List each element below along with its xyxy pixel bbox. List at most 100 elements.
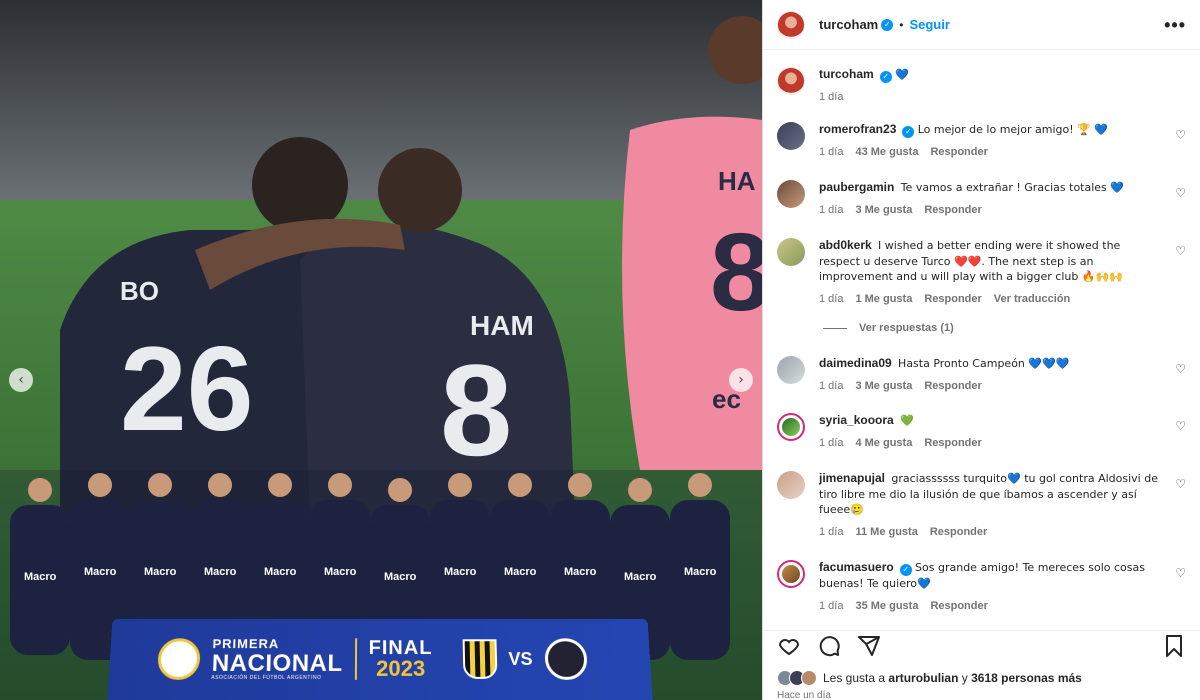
comment-time[interactable]: 1 día bbox=[819, 379, 843, 395]
comment-text: Lo mejor de lo mejor amigo! 🏆 💙 bbox=[917, 123, 1109, 136]
shirt-sponsor: Macro bbox=[624, 571, 657, 583]
avatar[interactable] bbox=[777, 10, 805, 39]
likes-prefix: Les gusta a bbox=[823, 671, 886, 685]
list-item: jimenapujal graciassssss turquito💙 tu go… bbox=[777, 471, 1186, 540]
comment-username[interactable]: jimenapujal bbox=[819, 471, 885, 485]
comment-username[interactable]: abd0kerk bbox=[819, 238, 872, 252]
like-comment-heart-icon[interactable]: ♡ bbox=[1175, 477, 1186, 491]
posted-time[interactable]: Hace un día bbox=[777, 690, 831, 700]
comment-likes[interactable]: 11 Me gusta bbox=[855, 525, 917, 541]
post-header: turcoham ✓ • Seguir ••• bbox=[763, 0, 1200, 50]
caption-time[interactable]: 1 día bbox=[819, 90, 843, 106]
next-slide-button[interactable]: › bbox=[729, 368, 753, 392]
comment-time[interactable]: 1 día bbox=[819, 599, 843, 615]
comment-time[interactable]: 1 día bbox=[819, 525, 843, 541]
avatar[interactable] bbox=[777, 560, 805, 588]
reply-button[interactable]: Responder bbox=[930, 145, 987, 161]
final-banner: PRIMERA NACIONAL ASOCIACIÓN DEL FÚTBOL A… bbox=[107, 618, 653, 700]
comment-time[interactable]: 1 día bbox=[819, 203, 843, 219]
shirt-sponsor: Macro bbox=[24, 571, 57, 583]
like-comment-heart-icon[interactable]: ♡ bbox=[1175, 244, 1186, 258]
avatar[interactable] bbox=[777, 180, 805, 208]
banner-line2: NACIONAL bbox=[211, 649, 343, 677]
separator-dot: • bbox=[899, 17, 904, 32]
bookmark-icon[interactable] bbox=[1162, 634, 1186, 658]
view-replies-label: Ver respuestas (1) bbox=[859, 322, 954, 334]
jersey-name-right: HAM bbox=[470, 310, 534, 341]
more-options-icon[interactable]: ••• bbox=[1164, 16, 1186, 34]
like-comment-heart-icon[interactable]: ♡ bbox=[1175, 566, 1186, 580]
shirt-sponsor: Macro bbox=[84, 566, 117, 578]
verified-badge-icon: ✓ bbox=[899, 564, 912, 576]
shirt-sponsor: Macro bbox=[324, 566, 357, 578]
reply-button[interactable]: Responder bbox=[930, 525, 987, 541]
comment-username[interactable]: daimedina09 bbox=[819, 356, 892, 370]
like-comment-heart-icon[interactable]: ♡ bbox=[1175, 128, 1186, 142]
post-actions bbox=[763, 630, 1200, 660]
comment-likes[interactable]: 43 Me gusta bbox=[855, 145, 918, 161]
comment-likes[interactable]: 1 Me gusta bbox=[855, 292, 912, 308]
like-comment-heart-icon[interactable]: ♡ bbox=[1175, 186, 1186, 200]
heart-icon[interactable] bbox=[777, 634, 801, 658]
avatar[interactable] bbox=[777, 471, 805, 499]
banner-year: 2023 bbox=[376, 656, 426, 681]
comment-username[interactable]: facumasuero bbox=[819, 560, 894, 574]
shirt-sponsor: Macro bbox=[504, 566, 537, 578]
chevron-right-icon: › bbox=[738, 372, 744, 388]
previous-slide-button[interactable]: ‹ bbox=[9, 368, 33, 392]
shirt-sponsor: Macro bbox=[684, 566, 717, 578]
follow-button[interactable]: Seguir bbox=[909, 17, 949, 32]
comment-likes[interactable]: 3 Me gusta bbox=[855, 203, 912, 219]
post-image: 26 8 HAM BO HA 8 ec Macro Macro Macro Ma… bbox=[0, 0, 762, 700]
post-author[interactable]: turcoham bbox=[819, 17, 878, 32]
reply-button[interactable]: Responder bbox=[924, 436, 981, 452]
comments-list[interactable]: turcoham ✓ 💙 1 día romerofran23 ✓ Lo mejor… bbox=[763, 50, 1200, 622]
afa-seal-icon bbox=[156, 638, 201, 680]
list-item: facumasuero ✓ Sos grande amigo! Te merece… bbox=[777, 560, 1186, 614]
view-replies-button[interactable]: Ver respuestas (1) bbox=[823, 322, 954, 334]
see-translation-link[interactable]: Ver traducción bbox=[994, 292, 1070, 308]
caption-text: 💙 bbox=[895, 68, 909, 81]
list-item: paubergamin Te vamos a extrañar ! Gracia… bbox=[777, 180, 1186, 218]
jersey-number-left: 26 bbox=[120, 322, 253, 456]
reply-button[interactable]: Responder bbox=[930, 599, 987, 615]
like-comment-heart-icon[interactable]: ♡ bbox=[1175, 419, 1186, 433]
caption: turcoham ✓ 💙 1 día bbox=[777, 67, 1186, 106]
comment-likes[interactable]: 35 Me gusta bbox=[855, 599, 918, 615]
avatar[interactable] bbox=[777, 67, 805, 95]
shirt-sponsor: Macro bbox=[564, 566, 597, 578]
avatar[interactable] bbox=[777, 238, 805, 266]
comment-time[interactable]: 1 día bbox=[819, 292, 843, 308]
list-item: romerofran23 ✓ Lo mejor de lo mejor amigo… bbox=[777, 122, 1186, 161]
comment-username[interactable]: paubergamin bbox=[819, 180, 894, 194]
comment-text: 💚 bbox=[900, 414, 914, 427]
verified-badge-icon: ✓ bbox=[902, 126, 915, 138]
avatar[interactable] bbox=[777, 413, 805, 441]
like-comment-heart-icon[interactable]: ♡ bbox=[1175, 362, 1186, 376]
comment-icon[interactable] bbox=[817, 634, 841, 658]
likes-user[interactable]: arturobulian bbox=[888, 671, 958, 685]
likes-summary[interactable]: Les gusta a arturobulian y 3618 personas… bbox=[777, 670, 1082, 686]
avatar[interactable] bbox=[777, 122, 805, 150]
shirt-sponsor: Macro bbox=[384, 571, 417, 583]
reply-button[interactable]: Responder bbox=[924, 203, 981, 219]
banner-divider bbox=[354, 638, 357, 680]
comment-likes[interactable]: 4 Me gusta bbox=[855, 436, 912, 452]
comment-username[interactable]: syria_kooora bbox=[819, 413, 894, 427]
comment-username[interactable]: romerofran23 bbox=[819, 122, 896, 136]
comment-text: Te vamos a extrañar ! Gracias totales 💙 bbox=[900, 181, 1124, 194]
comment-time[interactable]: 1 día bbox=[819, 145, 843, 161]
team-crest-icon bbox=[462, 639, 498, 679]
jersey-number-right: 8 bbox=[440, 337, 512, 483]
post-media[interactable]: 26 8 HAM BO HA 8 ec Macro Macro Macro Ma… bbox=[0, 0, 762, 700]
comment-time[interactable]: 1 día bbox=[819, 436, 843, 452]
reply-button[interactable]: Responder bbox=[924, 379, 981, 395]
reply-button[interactable]: Responder bbox=[924, 292, 981, 308]
avatar[interactable] bbox=[777, 356, 805, 384]
comment-likes[interactable]: 3 Me gusta bbox=[855, 379, 912, 395]
likes-count[interactable]: 3618 personas más bbox=[971, 671, 1082, 685]
shirt-sponsor: Macro bbox=[204, 566, 237, 578]
caption-username[interactable]: turcoham bbox=[819, 67, 874, 81]
verified-badge-icon: ✓ bbox=[879, 71, 892, 83]
share-icon[interactable] bbox=[857, 634, 881, 658]
